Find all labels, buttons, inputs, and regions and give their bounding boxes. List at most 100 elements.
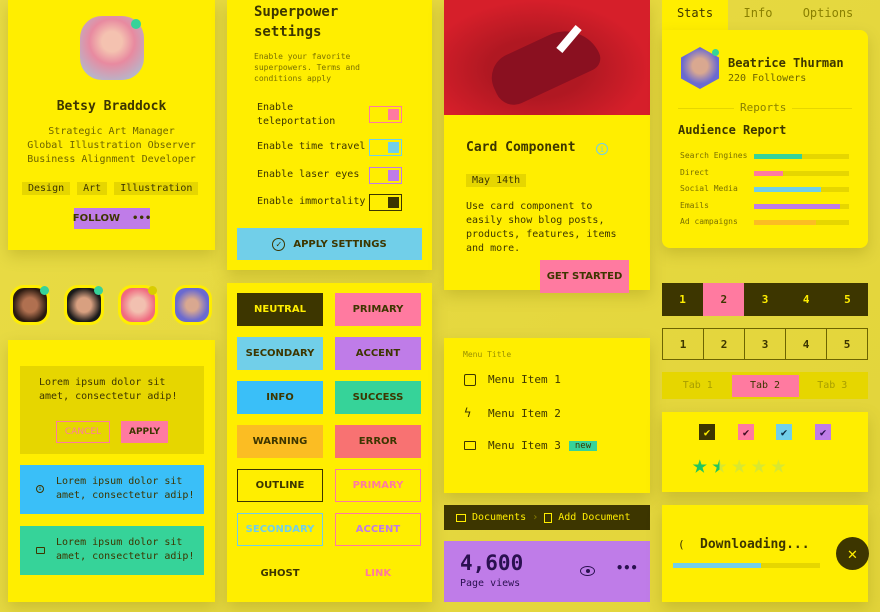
page-button[interactable]: 5 — [827, 283, 868, 316]
page-button[interactable]: 4 — [786, 283, 827, 316]
outline-accent-button[interactable]: ACCENT — [335, 513, 421, 546]
page-button[interactable]: 3 — [744, 283, 785, 316]
star-icon[interactable]: ★ — [731, 452, 747, 478]
secondary-button[interactable]: SECONDARY — [237, 337, 323, 370]
tab-1[interactable]: Tab 1 — [664, 380, 732, 391]
get-started-button[interactable]: GET STARTED — [540, 260, 629, 293]
download-progress — [673, 563, 820, 568]
success-button[interactable]: SUCCESS — [335, 381, 421, 414]
profile-title: Strategic Art Manager — [48, 126, 175, 137]
pagination-outline: 1 2 3 4 5 — [662, 328, 868, 360]
page-button[interactable]: 3 — [745, 329, 786, 359]
menu-item-label: Menu Item 1 — [488, 373, 561, 386]
page-button[interactable]: 5 — [827, 329, 867, 359]
report-bar-fill — [754, 170, 783, 176]
tag: Illustration — [114, 182, 199, 195]
report-label: Direct — [680, 167, 709, 177]
report-bar-fill — [754, 220, 816, 225]
close-button[interactable]: ✕ — [836, 537, 869, 570]
tab-stats[interactable]: Stats — [662, 0, 728, 30]
outline-secondary-button[interactable]: SECONDARY — [237, 513, 323, 546]
profile-card: Betsy Braddock Strategic Art Manager Glo… — [8, 0, 215, 250]
alert-text: Lorem ipsum dolor sit amet, consectetur … — [56, 537, 195, 562]
report-label: Emails — [680, 200, 709, 210]
error-button[interactable]: ERROR — [335, 425, 421, 458]
report-title: Audience Report — [678, 123, 787, 137]
tab-options[interactable]: Options — [788, 0, 868, 30]
follow-label: FOLLOW — [72, 213, 121, 224]
primary-button[interactable]: PRIMARY — [335, 293, 421, 326]
checkbox-neutral[interactable]: ✔ — [699, 424, 715, 440]
page-button-active[interactable]: 2 — [703, 283, 745, 316]
menu-item-2[interactable]: ϟ Menu Item 2 — [464, 406, 561, 420]
stat-value: 4,600 — [460, 551, 524, 575]
warning-button[interactable]: WARNING — [237, 425, 323, 458]
avatar[interactable] — [172, 285, 212, 325]
ghost-button[interactable]: GHOST — [237, 557, 323, 590]
more-icon[interactable]: ••• — [132, 213, 151, 224]
accent-button[interactable]: ACCENT — [335, 337, 421, 370]
breadcrumb: Documents › Add Document — [444, 505, 650, 530]
folder-icon — [464, 441, 476, 450]
breadcrumb-documents[interactable]: Documents — [472, 512, 526, 523]
apply-button[interactable]: APPLY — [121, 421, 168, 443]
avatar[interactable] — [118, 285, 158, 325]
info-button[interactable]: INFO — [237, 381, 323, 414]
page-button[interactable]: 1 — [663, 329, 704, 359]
alert-text: Lorem ipsum dolor sit amet, consectetur … — [39, 377, 178, 402]
menu-item-3[interactable]: Menu Item 3 new — [464, 439, 598, 452]
buttons-card: NEUTRAL PRIMARY SECONDARY ACCENT INFO SU… — [227, 283, 432, 602]
cancel-button[interactable]: CANCEL — [56, 421, 110, 443]
checkbox-secondary[interactable]: ✔ — [776, 424, 792, 440]
stat-label: Page views — [460, 578, 521, 589]
toggle-label: Enable immortality — [257, 196, 366, 207]
settings-title: Superpower settings — [254, 4, 339, 40]
outline-primary-button[interactable]: PRIMARY — [335, 469, 421, 502]
immortality-toggle[interactable] — [369, 194, 402, 211]
new-badge: new — [568, 440, 598, 451]
neutral-button[interactable]: NEUTRAL — [237, 293, 323, 326]
star-icon[interactable]: ★ — [751, 452, 767, 478]
stats-name: Beatrice Thurman — [728, 56, 844, 70]
dialog-alert: Lorem ipsum dolor sit amet, consectetur … — [20, 366, 204, 454]
follow-button[interactable]: FOLLOW ••• — [72, 208, 151, 229]
apply-settings-button[interactable]: ✓ APPLY SETTINGS — [237, 228, 422, 260]
avatar[interactable] — [10, 285, 50, 325]
star-icon[interactable]: ★ — [692, 452, 708, 478]
page-button[interactable]: 1 — [662, 283, 703, 316]
avatar[interactable] — [64, 285, 104, 325]
star-icon[interactable]: ★ — [771, 452, 787, 478]
time-travel-toggle[interactable] — [369, 139, 402, 156]
breadcrumb-add-document[interactable]: Add Document — [558, 512, 630, 523]
toggle-label: Enable time travel — [257, 141, 366, 152]
checkbox-rating-card: ✔ ✔ ✔ ✔ ★ ★ ★ ★ ★ — [662, 412, 868, 492]
checkbox-primary[interactable]: ✔ — [738, 424, 754, 440]
success-alert: Lorem ipsum dolor sit amet, consectetur … — [20, 526, 204, 575]
rating: ★ ★ ★ ★ ★ — [692, 452, 786, 478]
report-label: Search Engines — [680, 151, 748, 160]
tab-info[interactable]: Info — [728, 0, 788, 30]
report-bar-fill — [754, 187, 821, 192]
info-icon[interactable]: i — [596, 143, 608, 155]
menu-item-1[interactable]: Menu Item 1 — [464, 373, 561, 386]
page-button[interactable]: 4 — [786, 329, 827, 359]
checkbox-accent[interactable]: ✔ — [815, 424, 831, 440]
loading-icon: ( — [678, 538, 685, 551]
product-image — [444, 0, 650, 115]
report-bar — [754, 187, 849, 192]
page-button[interactable]: 2 — [704, 329, 745, 359]
outline-button[interactable]: OUTLINE — [237, 469, 323, 502]
tab-2[interactable]: Tab 2 — [731, 374, 799, 397]
info-icon: i — [36, 485, 44, 493]
laser-eyes-toggle[interactable] — [369, 167, 402, 184]
tab-3[interactable]: Tab 3 — [799, 380, 867, 391]
product-title: Card Component — [466, 140, 576, 155]
eye-icon[interactable] — [580, 566, 595, 576]
star-icon[interactable]: ★ — [712, 452, 728, 478]
link-button[interactable]: LINK — [335, 557, 421, 590]
teleportation-toggle[interactable] — [369, 106, 402, 123]
report-bar — [754, 203, 849, 209]
folder-icon — [36, 547, 45, 554]
more-icon[interactable]: ••• — [616, 561, 638, 575]
report-bar — [754, 220, 849, 225]
